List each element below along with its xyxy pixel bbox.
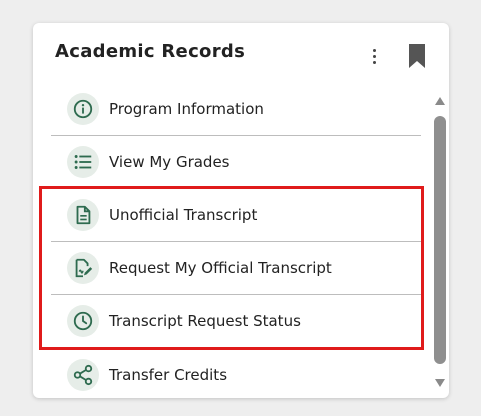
- academic-records-card: Academic Records Program Information Vie…: [33, 23, 449, 398]
- list-item-label: Request My Official Transcript: [109, 259, 332, 277]
- list-item-transfer-credits[interactable]: Transfer Credits: [51, 348, 421, 398]
- list-item-request-official-transcript[interactable]: Request My Official Transcript: [51, 242, 421, 295]
- scrollbar[interactable]: [434, 96, 446, 390]
- scroll-down-icon[interactable]: [435, 379, 445, 387]
- list-item-label: Unofficial Transcript: [109, 206, 258, 224]
- list-icon: [67, 146, 99, 178]
- card-title: Academic Records: [55, 41, 246, 62]
- clock-icon: [67, 305, 99, 337]
- kebab-menu-icon[interactable]: [363, 44, 385, 68]
- info-icon: [67, 93, 99, 125]
- scroll-up-icon[interactable]: [435, 97, 445, 105]
- list-item-view-my-grades[interactable]: View My Grades: [51, 136, 421, 189]
- scrollbar-thumb[interactable]: [434, 116, 446, 364]
- records-list: Program Information View My Grades Unoff…: [51, 83, 421, 398]
- list-item-unofficial-transcript[interactable]: Unofficial Transcript: [51, 189, 421, 242]
- edit-document-icon: [67, 252, 99, 284]
- share-icon: [67, 358, 99, 391]
- list-item-label: View My Grades: [109, 153, 230, 171]
- bookmark-icon[interactable]: [406, 43, 428, 69]
- list-item-label: Transcript Request Status: [109, 312, 301, 330]
- document-icon: [67, 199, 99, 231]
- list-item-label: Program Information: [109, 100, 264, 118]
- list-item-program-information[interactable]: Program Information: [51, 83, 421, 136]
- list-item-transcript-request-status[interactable]: Transcript Request Status: [51, 295, 421, 348]
- list-item-label: Transfer Credits: [109, 365, 228, 384]
